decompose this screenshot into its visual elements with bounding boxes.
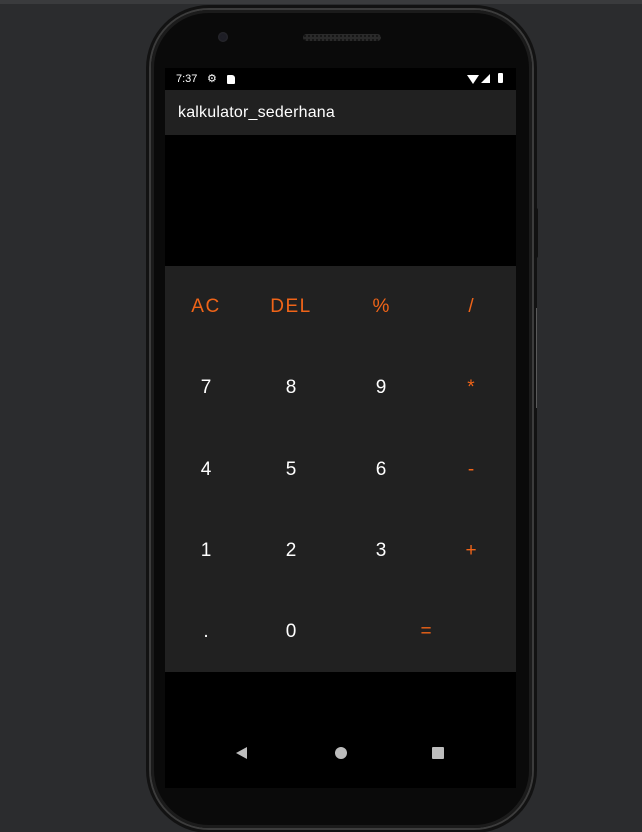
earpiece-speaker — [303, 34, 381, 41]
key-add[interactable]: + — [436, 531, 506, 571]
navigation-bar — [165, 720, 516, 786]
key-6[interactable]: 6 — [346, 450, 416, 490]
app-title: kalkulator_sederhana — [178, 104, 335, 121]
gear-icon: ⚙ — [207, 73, 217, 85]
key-percent[interactable]: % — [346, 287, 416, 327]
key-7[interactable]: 7 — [171, 368, 241, 408]
key-decimal[interactable]: . — [171, 612, 241, 652]
power-button[interactable] — [534, 208, 538, 258]
key-subtract[interactable]: - — [436, 450, 506, 490]
back-triangle-icon[interactable] — [236, 747, 247, 759]
key-all-clear[interactable]: AC — [171, 287, 241, 327]
app-bar: kalkulator_sederhana — [165, 90, 516, 135]
status-time: 7:37 — [176, 73, 198, 85]
battery-icon — [498, 73, 503, 83]
key-multiply[interactable]: * — [436, 368, 506, 408]
key-9[interactable]: 9 — [346, 368, 416, 408]
key-divide[interactable]: / — [436, 287, 506, 327]
key-1[interactable]: 1 — [171, 531, 241, 571]
volume-rocker[interactable] — [536, 308, 537, 408]
calculator-keypad: AC DEL % / 7 8 9 * 4 5 6 - 1 2 3 + . 0 = — [165, 266, 516, 672]
key-0[interactable]: 0 — [256, 612, 326, 652]
emulator-top-border — [0, 0, 642, 4]
key-3[interactable]: 3 — [346, 531, 416, 571]
key-delete[interactable]: DEL — [256, 287, 326, 327]
key-2[interactable]: 2 — [256, 531, 326, 571]
key-5[interactable]: 5 — [256, 450, 326, 490]
wifi-icon — [467, 75, 479, 84]
recents-square-icon[interactable] — [432, 747, 444, 759]
sd-card-icon — [227, 75, 235, 84]
key-8[interactable]: 8 — [256, 368, 326, 408]
signal-icon — [481, 74, 490, 83]
calculator-display — [165, 135, 516, 266]
key-4[interactable]: 4 — [171, 450, 241, 490]
status-bar: 7:37 ⚙ — [165, 70, 516, 90]
key-equals[interactable]: = — [391, 612, 461, 652]
home-circle-icon[interactable] — [335, 747, 347, 759]
front-camera — [218, 32, 228, 42]
